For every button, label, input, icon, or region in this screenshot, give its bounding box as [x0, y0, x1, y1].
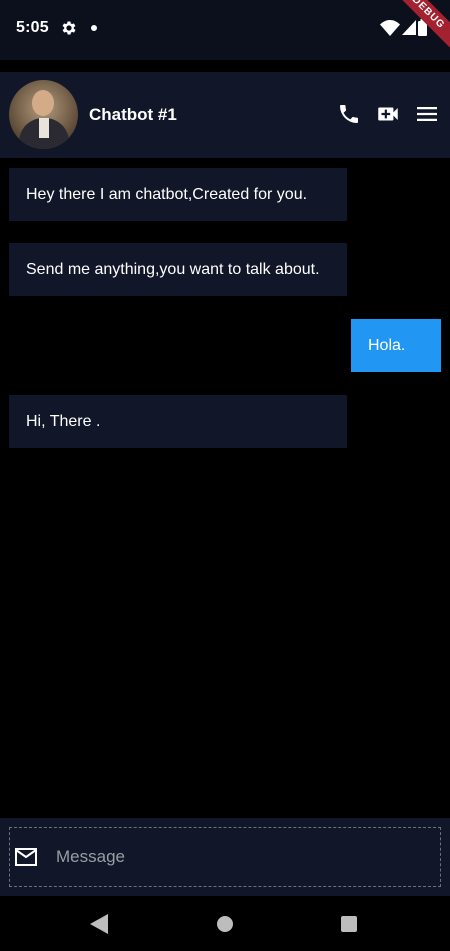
menu-button[interactable] [414, 101, 440, 127]
phone-icon [340, 105, 358, 123]
message-input[interactable] [56, 828, 436, 886]
gear-icon [62, 21, 76, 35]
video-call-icon [378, 107, 398, 121]
mail-icon [15, 848, 37, 866]
app-bar: Chatbot #1 [0, 72, 450, 158]
bot-message: Hey there I am chatbot,Created for you. [9, 168, 347, 221]
notification-dot-icon [91, 25, 97, 31]
message-list[interactable]: Hey there I am chatbot,Created for you. … [0, 158, 450, 818]
call-button[interactable] [336, 101, 362, 127]
chat-title: Chatbot #1 [89, 105, 177, 124]
bot-message: Hi, There . [9, 395, 347, 448]
back-icon[interactable] [90, 914, 108, 934]
system-nav-bar [0, 896, 450, 951]
status-time: 5:05 [16, 19, 49, 36]
recents-icon[interactable] [341, 916, 357, 932]
home-icon[interactable] [217, 916, 233, 932]
bot-message: Send me anything,you want to talk about. [9, 243, 347, 296]
wifi-icon [380, 20, 400, 36]
avatar[interactable] [9, 80, 78, 149]
user-message: Hola. [351, 319, 441, 372]
menu-icon [417, 107, 437, 121]
signal-icon [402, 20, 416, 35]
video-call-button[interactable] [375, 101, 401, 127]
status-bar: 5:05 DEBUG [0, 0, 450, 60]
composer [0, 818, 450, 896]
message-field[interactable] [9, 827, 441, 887]
